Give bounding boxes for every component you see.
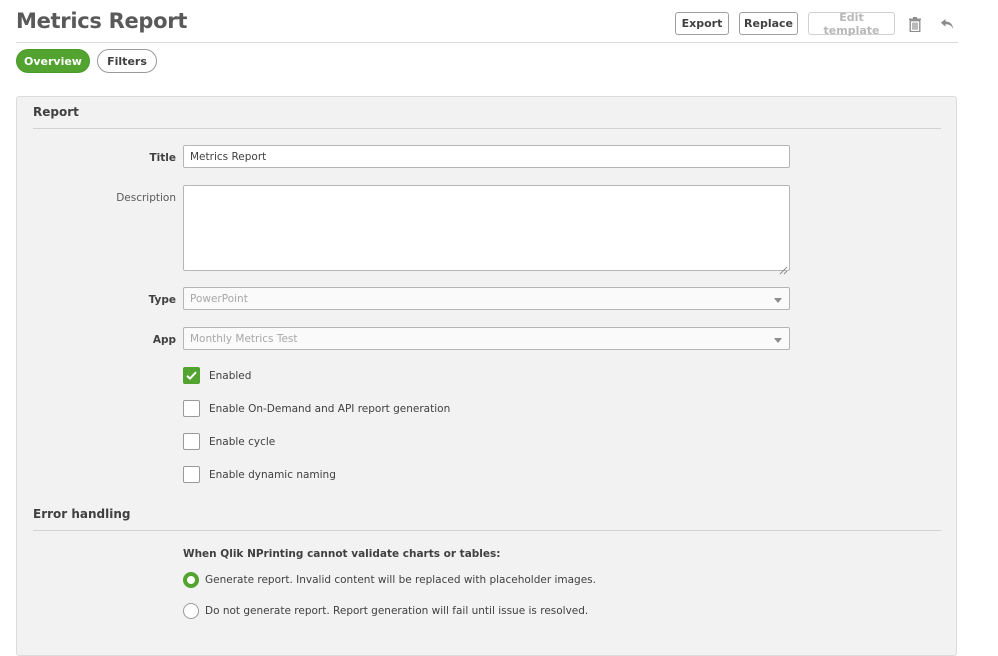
tab-filters[interactable]: Filters: [97, 49, 157, 73]
title-label: Title: [149, 152, 176, 164]
on-demand-checkbox[interactable]: [183, 400, 200, 417]
chevron-down-icon: [774, 338, 782, 343]
error-handling-section-title: Error handling: [33, 507, 131, 521]
report-panel: Report Title Metrics Report Description …: [16, 96, 957, 656]
report-section-divider: [33, 128, 941, 129]
title-input[interactable]: Metrics Report: [183, 145, 790, 168]
check-icon: [186, 371, 197, 381]
description-label: Description: [116, 192, 176, 204]
app-label: App: [152, 334, 176, 346]
undo-arrow-icon[interactable]: [937, 14, 957, 34]
report-section-title: Report: [33, 105, 79, 119]
on-demand-checkbox-label: Enable On-Demand and API report generati…: [209, 403, 451, 415]
type-select[interactable]: PowerPoint: [183, 287, 790, 310]
error-handling-prompt: When Qlik NPrinting cannot validate char…: [183, 548, 501, 560]
type-select-value: PowerPoint: [190, 292, 248, 305]
enabled-checkbox-label: Enabled: [209, 370, 252, 382]
dynamic-naming-checkbox-label: Enable dynamic naming: [209, 469, 336, 481]
do-not-generate-radio[interactable]: [183, 603, 199, 619]
generate-report-radio-label: Generate report. Invalid content will be…: [205, 574, 596, 586]
enable-cycle-checkbox-label: Enable cycle: [209, 436, 276, 448]
replace-button[interactable]: Replace: [739, 12, 798, 35]
resize-handle-icon[interactable]: [779, 260, 954, 653]
error-handling-section-divider: [33, 530, 941, 531]
app-select-value: Monthly Metrics Test: [190, 332, 298, 345]
enable-cycle-checkbox[interactable]: [183, 433, 200, 450]
header-divider: [16, 42, 958, 43]
app-select[interactable]: Monthly Metrics Test: [183, 327, 790, 350]
toolbar: Export Replace Edit template: [0, 11, 998, 37]
trash-icon[interactable]: [905, 14, 925, 34]
enabled-checkbox[interactable]: [183, 367, 200, 384]
dynamic-naming-checkbox[interactable]: [183, 466, 200, 483]
chevron-down-icon: [774, 298, 782, 303]
export-button[interactable]: Export: [675, 12, 729, 35]
do-not-generate-radio-label: Do not generate report. Report generatio…: [205, 605, 589, 617]
tab-overview[interactable]: Overview: [16, 49, 90, 73]
edit-template-button[interactable]: Edit template: [808, 11, 895, 37]
description-textarea[interactable]: [183, 185, 790, 271]
generate-report-radio[interactable]: [183, 572, 199, 588]
type-label: Type: [148, 294, 176, 306]
